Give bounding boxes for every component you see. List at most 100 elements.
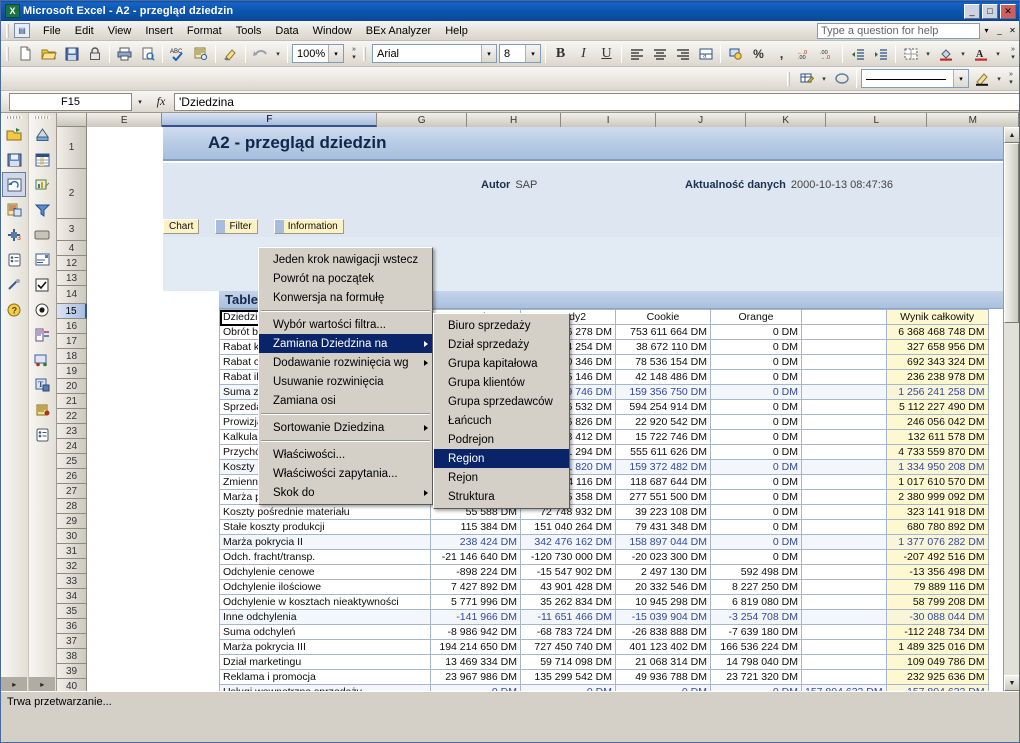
table-cell[interactable]: -20 023 300 DM [615, 549, 711, 565]
table-row-label[interactable]: Odchylenie w kosztach nieaktywności [219, 594, 431, 610]
column-header-L[interactable]: L [826, 113, 928, 127]
column-header-E[interactable]: E [86, 113, 163, 127]
table-cell[interactable]: 6 819 080 DM [710, 594, 802, 610]
table-cell[interactable]: 23 967 986 DM [430, 669, 521, 685]
properties-item-icon[interactable] [30, 422, 54, 447]
table-cell[interactable]: -15 039 904 DM [615, 609, 711, 625]
minimize-button[interactable]: _ [964, 3, 980, 19]
table-row[interactable]: Odchylenie cenowe -898 224 DM -15 547 902 … [219, 564, 989, 580]
table-cell[interactable]: 135 299 542 DM [520, 669, 616, 685]
menu-item-zamiana-dziedzina-na[interactable]: Zamiana Dziedzina na [259, 334, 432, 353]
table-cell-total[interactable]: 1 377 076 282 DM [885, 534, 989, 550]
table-cell[interactable] [801, 564, 887, 580]
table-cell[interactable] [801, 474, 887, 490]
table-row[interactable]: Stałe koszty produkcji 115 384 DM 151 040 … [219, 519, 989, 535]
table-row[interactable]: Odchylenie ilościowe 7 427 892 DM 43 901 4… [219, 579, 989, 595]
table-cell-total[interactable]: 1 489 325 016 DM [885, 639, 989, 655]
row-header-38[interactable]: 38 [57, 649, 87, 664]
row-header-24[interactable]: 24 [57, 439, 87, 454]
row-header-36[interactable]: 36 [57, 619, 87, 634]
submenu-item--a-cuch[interactable]: Łańcuch [434, 411, 569, 430]
change-query-icon[interactable] [2, 197, 26, 222]
restore-window-icon[interactable]: ▾ [980, 24, 993, 37]
table-cell-total[interactable]: 1 334 950 208 DM [885, 459, 989, 475]
line-style-combo[interactable]: ▾ [861, 69, 969, 88]
table-cell[interactable]: -68 783 724 DM [520, 624, 616, 640]
table-cell[interactable]: 0 DM [710, 429, 802, 445]
header-wynik-calkowity[interactable]: Wynik całkowity [885, 309, 989, 325]
submenu-item-grupa-kapita-owa[interactable]: Grupa kapitałowa [434, 354, 569, 373]
table-cell[interactable]: 13 469 334 DM [430, 654, 521, 670]
table-row[interactable]: Usługi wewnętrzne sprzedaży0 DM0 DM0 DM0… [219, 684, 989, 691]
table-row-label[interactable]: Usługi wewnętrzne sprzedaży [219, 684, 431, 691]
table-row[interactable]: Odchylenie w kosztach nieaktywności 5 771… [219, 594, 989, 610]
table-cell[interactable]: 0 DM [710, 459, 802, 475]
header-orange[interactable]: Orange [710, 309, 802, 325]
table-cell-total[interactable]: 2 380 999 092 DM [885, 489, 989, 505]
table-cell[interactable] [801, 504, 887, 520]
menu-item-skok-do[interactable]: Skok do [259, 483, 432, 502]
table-cell-total[interactable]: 327 658 956 DM [885, 339, 989, 355]
save-icon[interactable] [60, 43, 83, 65]
table-cell[interactable]: 49 936 788 DM [615, 669, 711, 685]
menu-file[interactable]: File [36, 23, 68, 39]
table-cell[interactable]: 555 611 626 DM [615, 444, 711, 460]
table-cell-total[interactable]: 58 799 208 DM [885, 594, 989, 610]
table-cell[interactable]: 2 497 130 DM [615, 564, 711, 580]
name-box-chevron-down-icon[interactable]: ▾ [132, 93, 148, 111]
submenu-item-grupa-sprzedawc-w[interactable]: Grupa sprzedawców [434, 392, 569, 411]
table-cell[interactable]: 753 611 664 DM [615, 324, 711, 340]
chevron-down-icon[interactable]: ▾ [481, 45, 496, 62]
table-cell[interactable]: 0 DM [710, 384, 802, 400]
increase-indent-icon[interactable] [869, 43, 892, 65]
table-cell[interactable] [801, 324, 887, 340]
table-row[interactable]: Koszty pośrednie materiału 55 588 DM 72 74… [219, 504, 989, 520]
column-header-H[interactable]: H [466, 113, 562, 127]
table-cell[interactable]: 0 DM [710, 324, 802, 340]
menu-window[interactable]: Window [306, 23, 359, 39]
row-header-29[interactable]: 29 [57, 514, 87, 529]
table-cell[interactable] [801, 459, 887, 475]
table-cell[interactable]: 0 DM [710, 399, 802, 415]
table-cell-total[interactable]: -207 492 516 DM [885, 549, 989, 565]
row-header-18[interactable]: 18 [57, 349, 87, 364]
table-cell[interactable]: 157 804 632 DM [801, 684, 887, 691]
table-cell[interactable]: 22 920 542 DM [615, 414, 711, 430]
table-cell[interactable]: 194 214 650 DM [430, 639, 521, 655]
format-painter-icon[interactable] [219, 43, 242, 65]
table-cell-total[interactable]: 232 925 636 DM [885, 669, 989, 685]
table-cell[interactable] [801, 624, 887, 640]
menu-item-zamiana-osi[interactable]: Zamiana osi [259, 391, 432, 410]
table-cell[interactable]: -26 838 888 DM [615, 624, 711, 640]
table-cell[interactable]: 0 DM [710, 504, 802, 520]
navigation-pane-icon[interactable] [30, 347, 54, 372]
submenu-item-region[interactable]: Region [434, 449, 569, 468]
row-header-28[interactable]: 28 [57, 499, 87, 514]
table-cell[interactable] [801, 339, 887, 355]
merge-cells-icon[interactable]: a [694, 43, 717, 65]
information-button[interactable]: Information [273, 218, 344, 234]
design-mode-icon[interactable] [30, 122, 54, 147]
research-icon[interactable] [189, 43, 212, 65]
italic-button[interactable]: I [572, 43, 595, 65]
table-row-label[interactable]: Odchylenie cenowe [219, 564, 431, 580]
table-cell[interactable] [801, 414, 887, 430]
table-cell-total[interactable]: 692 343 324 DM [885, 354, 989, 370]
bex-toolbar-2-grip[interactable] [33, 113, 51, 122]
menu-item-powrot-na-poczatek[interactable]: Powrót na początek [259, 269, 432, 288]
comma-style-button[interactable]: , [770, 43, 793, 65]
table-row-label[interactable]: Inne odchylenia [219, 609, 431, 625]
submenu-item-biuro-sprzeda-y[interactable]: Biuro sprzedaży [434, 316, 569, 335]
menu-format[interactable]: Format [180, 23, 229, 39]
row-header-16[interactable]: 16 [57, 319, 87, 334]
table-cell[interactable] [801, 669, 887, 685]
undo-icon[interactable] [249, 43, 272, 65]
formatting-toolbar-overflow[interactable]: » ▾ [1007, 43, 1019, 65]
table-cell-total[interactable]: 157 804 632 DM [885, 684, 989, 691]
table-row[interactable]: Marża pokrycia II 238 424 DM 342 476 162 D… [219, 534, 989, 550]
save-query-icon[interactable] [2, 147, 26, 172]
fill-color-icon[interactable] [934, 43, 957, 65]
table-cell-total[interactable]: 1 256 241 258 DM [885, 384, 989, 400]
drawing-toolbar-overflow[interactable]: » ▾ [1005, 68, 1017, 90]
table-cell[interactable]: 0 DM [710, 684, 802, 691]
